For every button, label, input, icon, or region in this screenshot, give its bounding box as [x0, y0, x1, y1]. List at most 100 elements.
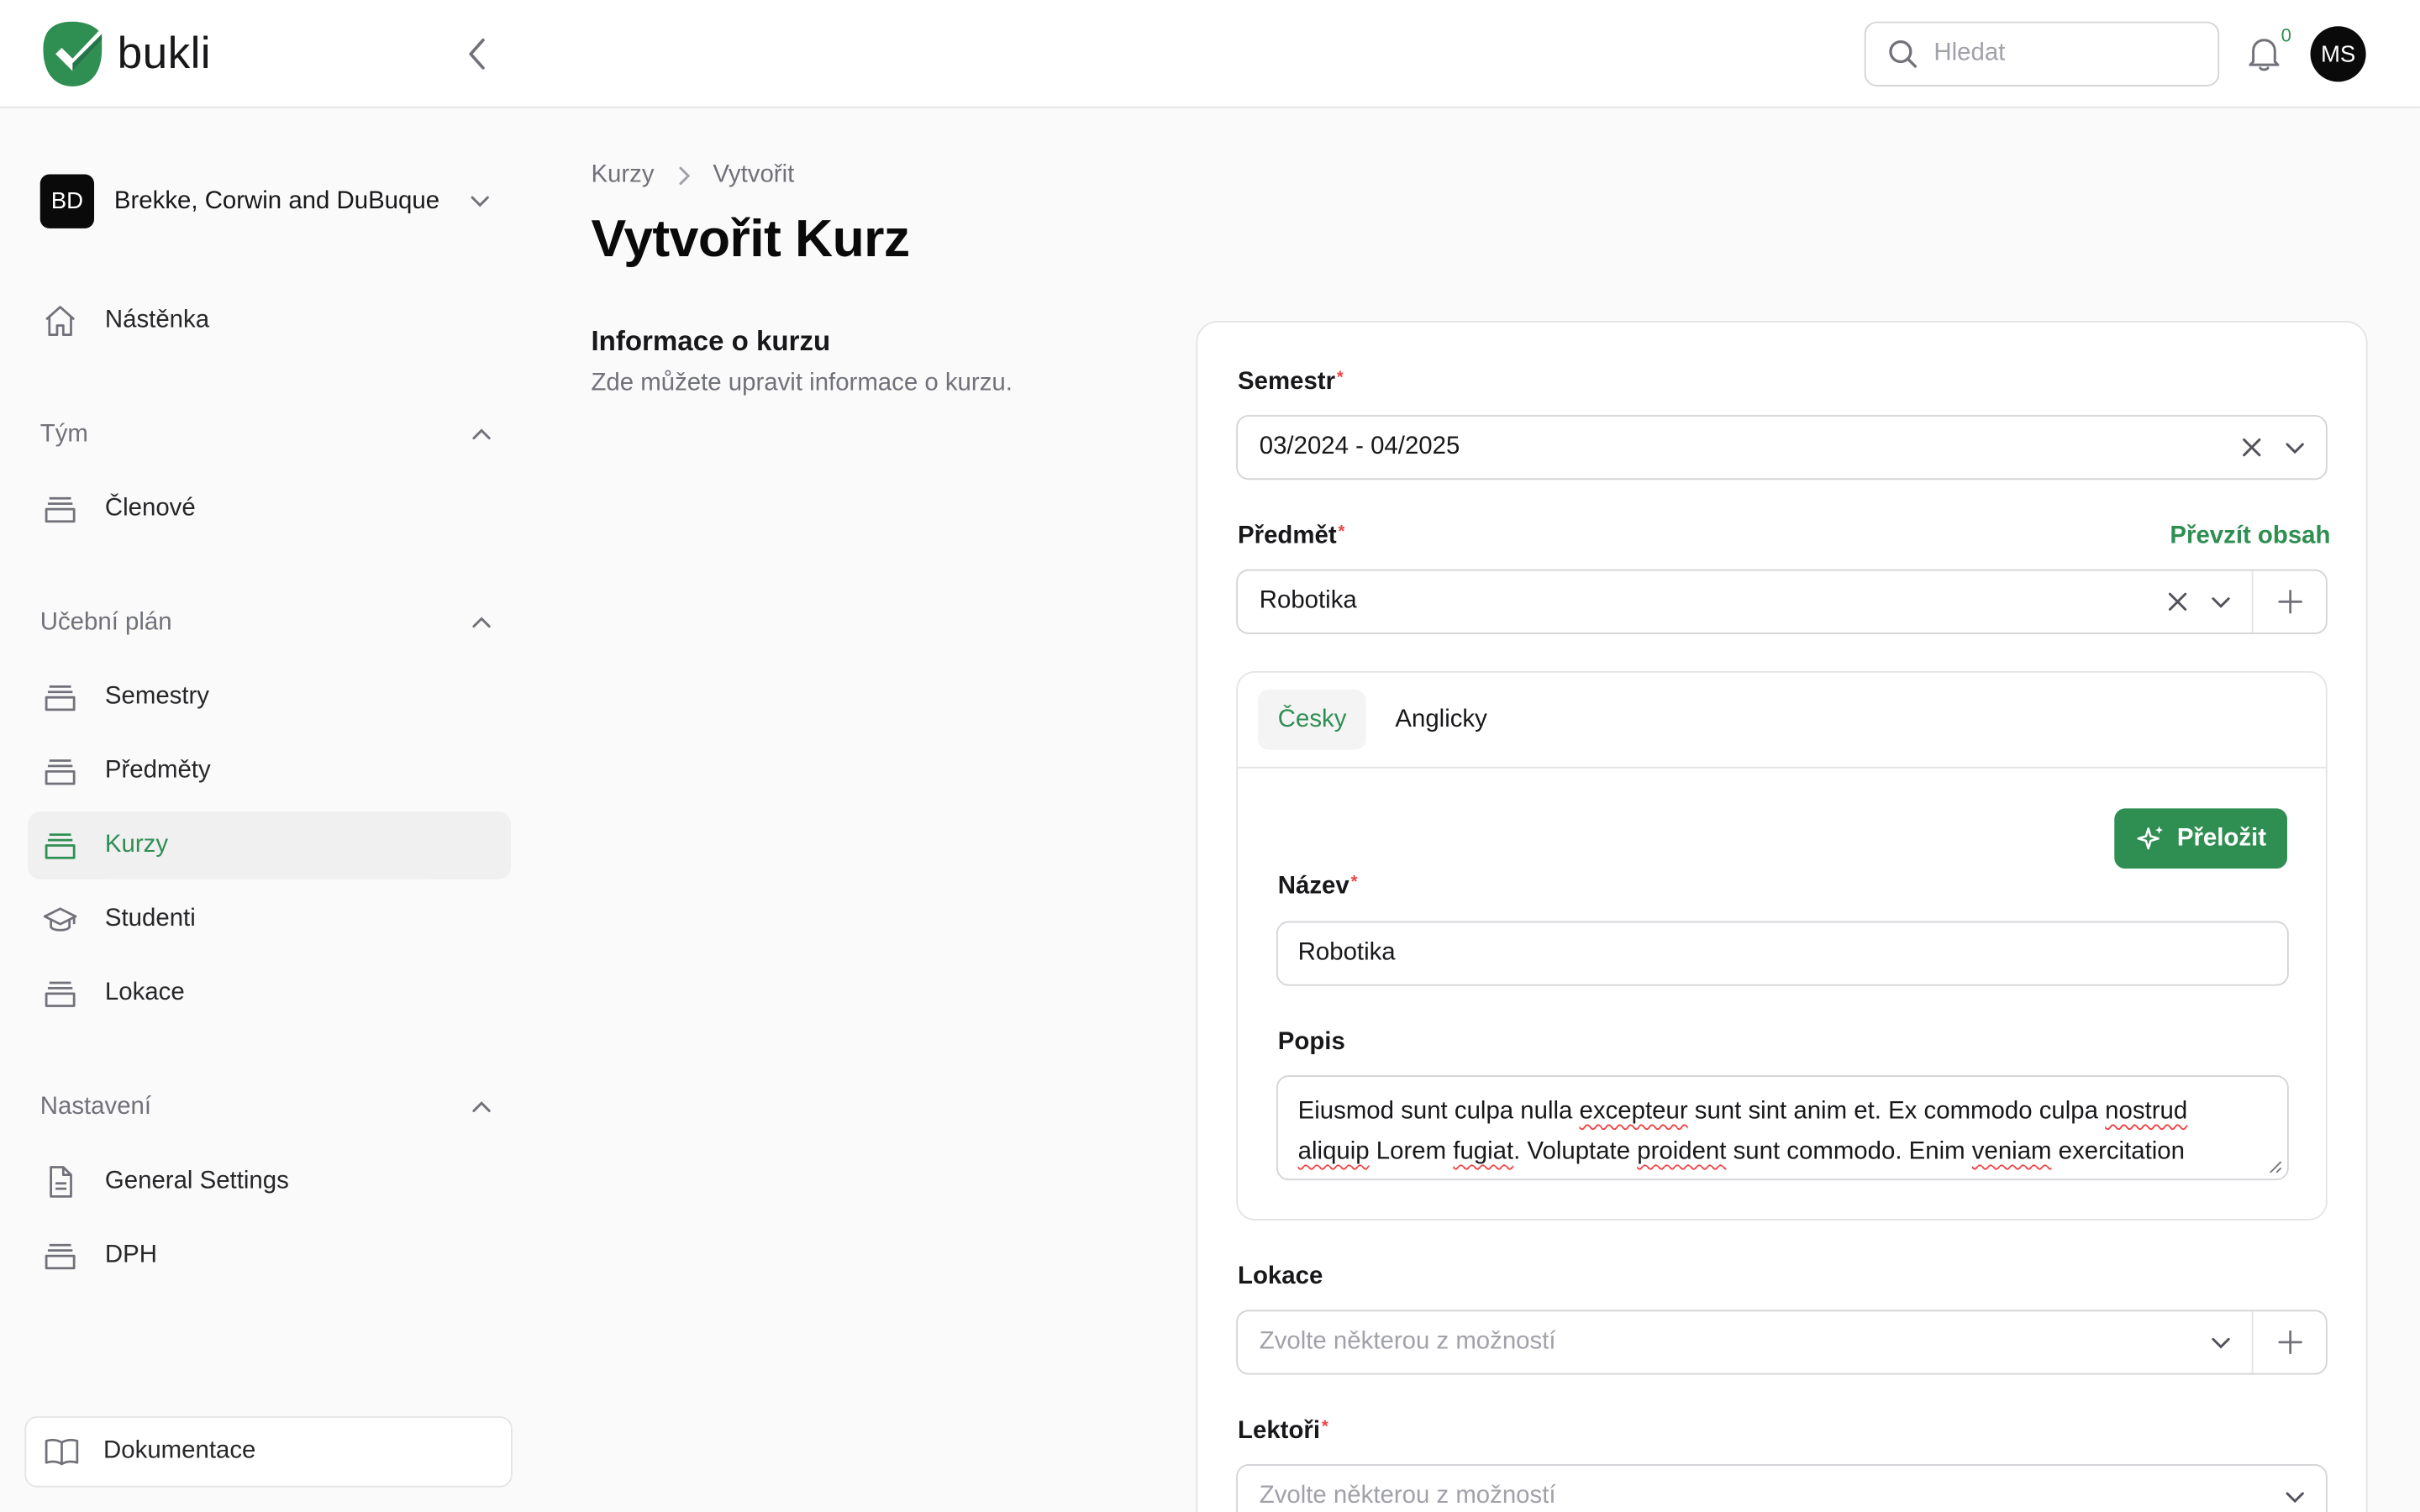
breadcrumb: Kurzy Vytvořit [591, 162, 794, 190]
book-open-icon [42, 1431, 82, 1472]
semester-label: Semestr * [1238, 369, 1344, 396]
course-form-card: Semestr * 03/2024 - 04/2025 Předmět * Přev… [1196, 321, 2368, 1512]
take-over-content-link[interactable]: Převzít obsah [2170, 523, 2330, 551]
language-tabs: Česky Anglicky [1238, 673, 2326, 769]
group-curriculum-toggle[interactable]: Učební plán [40, 609, 492, 637]
tab-english[interactable]: Anglicky [1375, 690, 1507, 750]
sidebar-item-students[interactable]: Studenti [28, 885, 511, 953]
logo-check-icon [43, 21, 103, 87]
logo[interactable]: bukli [40, 18, 211, 89]
group-settings-toggle[interactable]: Nastavení [40, 1094, 492, 1121]
sidebar-item-vat[interactable]: DPH [28, 1222, 511, 1290]
page-title: Vytvořit Kurz [591, 209, 910, 269]
plus-icon [2277, 1330, 2302, 1355]
description-textarea[interactable]: Eiusmod sunt culpa nulla excepteur sunt … [1276, 1075, 2289, 1181]
sparkles-icon [2136, 825, 2163, 849]
subject-label: Předmět * [1238, 523, 1344, 551]
sidebar-item-general-settings[interactable]: General Settings [28, 1148, 511, 1216]
location-placeholder: Zvolte některou z možností [1259, 1328, 1556, 1355]
text-run: proident [1637, 1138, 1727, 1165]
required-asterisk: * [1321, 1417, 1328, 1436]
sidebar-item-locations[interactable]: Lokace [28, 959, 511, 1027]
archive-icon [40, 489, 81, 529]
text-run: Lorem [1369, 1138, 1454, 1165]
translations-panel: Česky Anglicky Přeložit Název * Robotika … [1236, 670, 2328, 1221]
required-asterisk: * [1338, 522, 1345, 542]
text-run: . Voluptate [1513, 1138, 1638, 1165]
description-label: Popis [1277, 1029, 1345, 1056]
text-run: sunt sint anim et. Ex commodo culpa [1687, 1098, 2106, 1125]
text-run: sunt commodo. Enim [1726, 1138, 1972, 1165]
sidebar-item-subjects[interactable]: Předměty [28, 738, 511, 806]
bell-icon[interactable] [2244, 34, 2285, 74]
location-select[interactable]: Zvolte některou z možností [1236, 1310, 2328, 1375]
chevron-up-icon [472, 1101, 491, 1112]
sidebar-item-semesters[interactable]: Semestry [28, 664, 511, 732]
chevron-down-icon[interactable] [2273, 426, 2316, 469]
add-location-button[interactable] [2251, 1311, 2326, 1373]
home-icon [40, 301, 81, 341]
app: bukli 0 MS BD Brekke, Corwin and DuBuque… [0, 0, 2420, 1512]
translate-label: Přeložit [2176, 824, 2266, 851]
semester-select[interactable]: 03/2024 - 04/2025 [1236, 415, 2328, 480]
tab-czech[interactable]: Česky [1257, 690, 1367, 750]
search-box[interactable] [1864, 21, 2220, 87]
chevron-up-icon [472, 617, 491, 628]
chevron-down-icon[interactable] [2273, 1475, 2316, 1512]
sidebar-item-label: Nástěnka [104, 307, 210, 333]
add-subject-button[interactable] [2251, 570, 2326, 633]
lecturers-select[interactable]: Zvolte některou z možností [1236, 1464, 2328, 1512]
subject-select[interactable]: Robotika [1236, 569, 2328, 634]
archive-icon [40, 974, 81, 1014]
sidebar-item-label: Lokace [104, 979, 185, 1006]
plus-icon [2277, 590, 2302, 614]
archive-icon [40, 826, 81, 866]
text-run: exercitation [2051, 1138, 2185, 1165]
team-name: Brekke, Corwin and DuBuque [113, 187, 440, 214]
sidebar-item-label: Semestry [104, 683, 210, 710]
clear-icon[interactable] [2156, 580, 2199, 623]
graduation-cap-icon [40, 900, 81, 940]
text-run: Eiusmod sunt culpa nulla [1297, 1098, 1580, 1125]
group-label: Učební plán [39, 609, 172, 636]
subject-label-text: Předmět [1238, 522, 1337, 549]
documentation-label: Dokumentace [103, 1437, 256, 1465]
sidebar-item-members[interactable]: Členové [28, 475, 511, 543]
subject-value: Robotika [1259, 587, 1357, 615]
group-team-toggle[interactable]: Tým [40, 421, 492, 449]
sidebar-item-dashboard[interactable]: Nástěnka [28, 287, 511, 355]
sidebar-item-label: Členové [104, 495, 196, 522]
location-label: Lokace [1238, 1263, 1323, 1290]
sidebar-item-label: Studenti [104, 906, 196, 932]
sidebar-collapse-button[interactable] [457, 34, 497, 74]
sidebar-item-label: DPH [104, 1242, 157, 1268]
team-switcher[interactable]: BD Brekke, Corwin and DuBuque [39, 174, 503, 228]
sidebar: BD Brekke, Corwin and DuBuque Nástěnka T… [0, 109, 540, 1512]
clear-icon[interactable] [2230, 426, 2273, 469]
breadcrumb-parent[interactable]: Kurzy [591, 162, 654, 190]
search-icon [1889, 39, 1917, 68]
sidebar-item-courses[interactable]: Kurzy [28, 811, 511, 879]
archive-icon [40, 1236, 81, 1276]
lecturers-label-text: Lektoři [1238, 1417, 1321, 1445]
translate-button[interactable]: Přeložit [2114, 808, 2287, 869]
search-input[interactable] [1933, 39, 2196, 68]
resize-handle-icon[interactable] [2269, 1160, 2283, 1174]
chevron-right-icon [679, 166, 691, 186]
description-line: aliquip Lorem fugiat. Voluptate proident… [1298, 1132, 2267, 1173]
chevron-down-icon[interactable] [2199, 580, 2242, 623]
breadcrumb-current: Vytvořit [713, 161, 795, 189]
text-run: veniam [1971, 1138, 2052, 1165]
user-avatar[interactable]: MS [2310, 26, 2366, 82]
documentation-button[interactable]: Dokumentace [24, 1416, 513, 1488]
chevron-down-icon[interactable] [2199, 1320, 2242, 1363]
name-field[interactable]: Robotika [1276, 921, 2289, 986]
text-run: fugiat [1453, 1138, 1514, 1165]
sidebar-item-label: General Settings [104, 1168, 289, 1194]
text-run: nostrud [2105, 1098, 2188, 1125]
app-name: bukli [117, 28, 211, 78]
name-label-text: Název [1277, 873, 1349, 900]
document-icon [40, 1162, 81, 1202]
team-badge: BD [39, 174, 95, 228]
text-run: excepteur [1579, 1098, 1688, 1125]
